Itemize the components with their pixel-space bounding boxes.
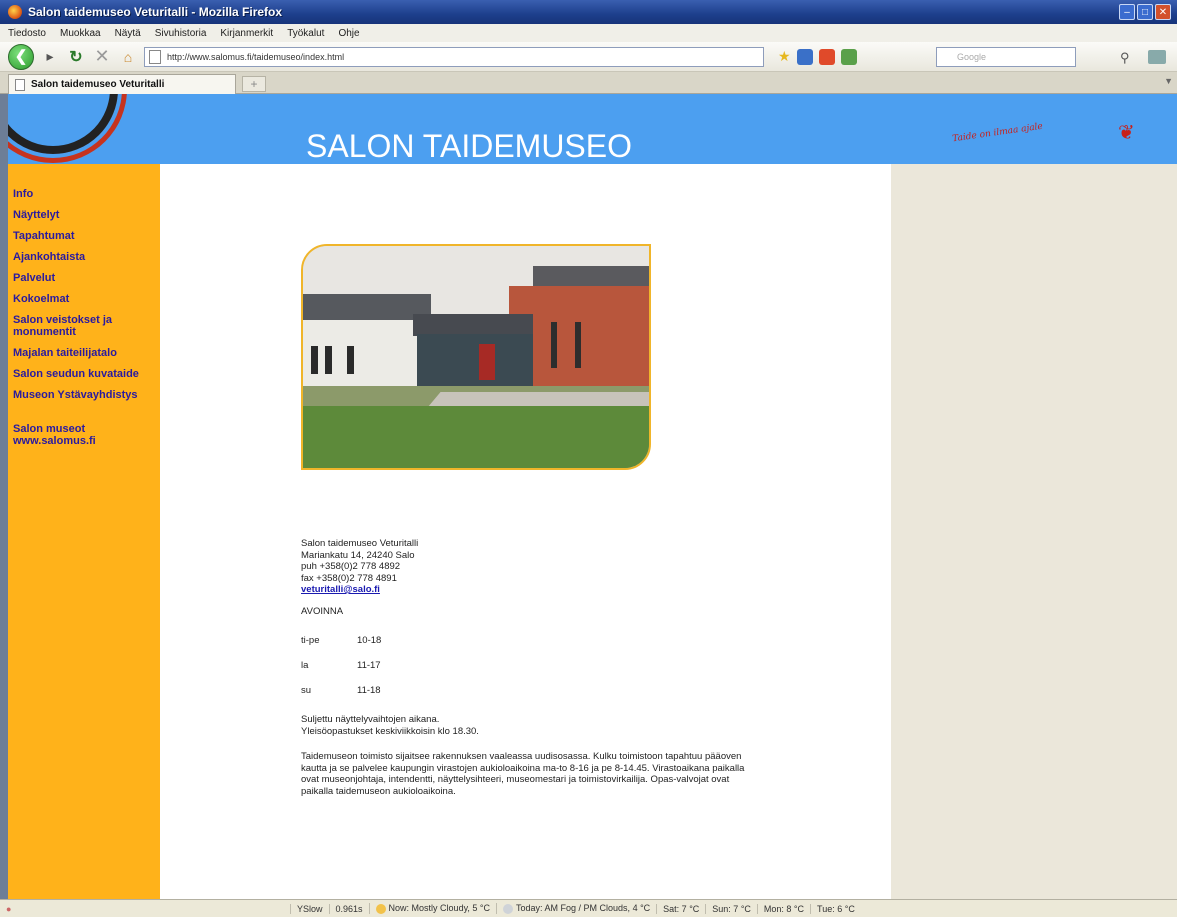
hours-time: 11-17: [357, 660, 381, 671]
firefox-icon: [8, 5, 22, 19]
search-icon[interactable]: ⚲: [1120, 50, 1130, 66]
url-bar[interactable]: http://www.salomus.fi/taidemuseo/index.h…: [144, 46, 764, 67]
weather-now[interactable]: Now: Mostly Cloudy, 5 °C: [368, 903, 496, 914]
weather-icon: [503, 903, 514, 914]
status-bar: ● YSlow 0.961s Now: Mostly Cloudy, 5 °C …: [0, 899, 1177, 917]
weather-today[interactable]: Today: AM Fog / PM Clouds, 4 °C: [496, 903, 656, 914]
menu-sivuhistoria[interactable]: Sivuhistoria: [155, 28, 207, 39]
navigation-toolbar: ❮ ▸ ↻ ✕ ⌂ http://www.salomus.fi/taidemus…: [0, 42, 1177, 72]
menu-nayta[interactable]: Näytä: [115, 28, 141, 39]
site-slogan: Taide on ilmaa ajale: [951, 121, 1044, 145]
reload-icon[interactable]: ↻: [66, 47, 86, 67]
hours-time: 11-18: [357, 685, 381, 696]
menu-tiedosto[interactable]: Tiedosto: [8, 28, 46, 39]
sidebar-item-ystavayhdistys[interactable]: Museon Ystävayhdistys: [8, 389, 148, 401]
weather-tue[interactable]: Tue: 6 °C: [810, 903, 861, 914]
main-content: Salon taidemuseo Veturitalli Mariankatu …: [160, 164, 891, 899]
weather-sun[interactable]: Sun: 7 °C: [705, 903, 757, 914]
bookmark-star-icon[interactable]: ★: [778, 48, 791, 65]
toolbar-addon-icons: ★: [778, 48, 857, 65]
addon-icon[interactable]: [796, 48, 813, 65]
hours-day: su: [301, 685, 312, 696]
tab-label: Salon taidemuseo Veturitalli: [31, 79, 165, 90]
slogan-decoration-icon: ❦: [1118, 122, 1135, 144]
window-titlebar: Salon taidemuseo Veturitalli - Mozilla F…: [0, 0, 1177, 24]
sidebar: Info Näyttelyt Tapahtumat Ajankohtaista …: [8, 164, 160, 899]
museum-phone: puh +358(0)2 778 4892: [301, 561, 401, 572]
addon-icon[interactable]: [818, 48, 835, 65]
window-title: Salon taidemuseo Veturitalli - Mozilla F…: [28, 5, 283, 19]
table-row: ti-pe 10-18: [301, 635, 381, 660]
sidebar-item-nayttelyt[interactable]: Näyttelyt: [8, 209, 148, 221]
menu-bar: Tiedosto Muokkaa Näytä Sivuhistoria Kirj…: [0, 24, 1177, 42]
page-viewport: SALON TAIDEMUSEO Taide on ilmaa ajale ❦ …: [8, 94, 1177, 899]
menu-ohje[interactable]: Ohje: [338, 28, 359, 39]
sidebar-item-veistokset[interactable]: Salon veistokset ja monumentit: [8, 314, 148, 338]
museum-logo: [8, 94, 118, 154]
right-column: [891, 164, 1177, 899]
hours-day: la: [301, 660, 309, 671]
google-icon[interactable]: [840, 48, 857, 65]
stop-icon[interactable]: ✕: [92, 46, 112, 67]
hours-day: ti-pe: [301, 635, 320, 646]
museum-photo: [301, 244, 651, 470]
maximize-button[interactable]: □: [1137, 4, 1153, 20]
status-icons: ●: [6, 903, 12, 914]
page-load-time: 0.961s: [328, 903, 369, 914]
search-placeholder: Google: [957, 52, 987, 62]
tab-bar: Salon taidemuseo Veturitalli + ▼: [0, 72, 1177, 94]
menu-kirjanmerkit[interactable]: Kirjanmerkit: [220, 28, 273, 39]
table-row: la 11-17: [301, 660, 381, 685]
opening-hours-table: ti-pe 10-18 la 11-17 su 11-18: [301, 635, 381, 710]
page-icon: [15, 78, 25, 91]
sidebar-item-majala[interactable]: Majalan taiteilijatalo: [8, 347, 148, 359]
minimize-button[interactable]: –: [1119, 4, 1135, 20]
print-icon[interactable]: [1148, 50, 1166, 64]
home-icon[interactable]: ⌂: [118, 49, 138, 65]
weather-icon: [375, 903, 386, 914]
window-controls: – □ ✕: [1119, 4, 1171, 20]
sidebar-item-seudun-kuvataide[interactable]: Salon seudun kuvataide: [8, 368, 148, 380]
contact-info: Salon taidemuseo Veturitalli Mariankatu …: [301, 538, 761, 797]
museum-address: Mariankatu 14, 24240 Salo: [301, 549, 415, 561]
tab-salon-taidemuseo[interactable]: Salon taidemuseo Veturitalli: [8, 74, 236, 94]
table-row: su 11-18: [301, 685, 381, 710]
site-header: SALON TAIDEMUSEO Taide on ilmaa ajale ❦: [8, 94, 1177, 164]
guided-tours-note: Yleisöopastukset keskiviikkoisin klo 18.…: [301, 725, 479, 737]
opening-hours-heading: AVOINNA: [301, 605, 344, 617]
back-arrow-icon[interactable]: ❮: [8, 43, 34, 70]
sidebar-item-salon-museot[interactable]: Salon museot www.salomus.fi: [8, 423, 148, 447]
sidebar-item-tapahtumat[interactable]: Tapahtumat: [8, 230, 148, 242]
museum-name: Salon taidemuseo Veturitalli: [301, 538, 419, 549]
menu-tyokalut[interactable]: Työkalut: [287, 28, 324, 39]
weather-sat[interactable]: Sat: 7 °C: [656, 903, 705, 914]
page-icon: [149, 49, 161, 64]
hours-time: 10-18: [357, 635, 382, 646]
sidebar-item-info[interactable]: Info: [8, 188, 148, 200]
office-paragraph: Taidemuseon toimisto sijaitsee rakennuks…: [301, 751, 745, 797]
site-title: SALON TAIDEMUSEO: [306, 128, 632, 164]
url-text[interactable]: http://www.salomus.fi/taidemuseo/index.h…: [167, 52, 344, 62]
menu-muokkaa[interactable]: Muokkaa: [60, 28, 101, 39]
yslow-label[interactable]: YSlow: [290, 903, 329, 914]
sidebar-item-ajankohtaista[interactable]: Ajankohtaista: [8, 251, 148, 263]
search-input[interactable]: Google: [936, 47, 1076, 67]
close-button[interactable]: ✕: [1155, 4, 1171, 20]
tab-list-icon[interactable]: ▼: [1164, 76, 1173, 86]
sidebar-item-palvelut[interactable]: Palvelut: [8, 272, 148, 284]
new-tab-button[interactable]: +: [242, 76, 266, 92]
closure-note: Suljettu näyttelyvaihtojen aikana.: [301, 714, 440, 725]
email-link[interactable]: veturitalli@salo.fi: [301, 584, 380, 595]
forward-arrow-icon[interactable]: ▸: [40, 48, 60, 65]
museum-fax: fax +358(0)2 778 4891: [301, 572, 397, 584]
weather-mon[interactable]: Mon: 8 °C: [756, 903, 810, 914]
sidebar-item-kokoelmat[interactable]: Kokoelmat: [8, 293, 148, 305]
